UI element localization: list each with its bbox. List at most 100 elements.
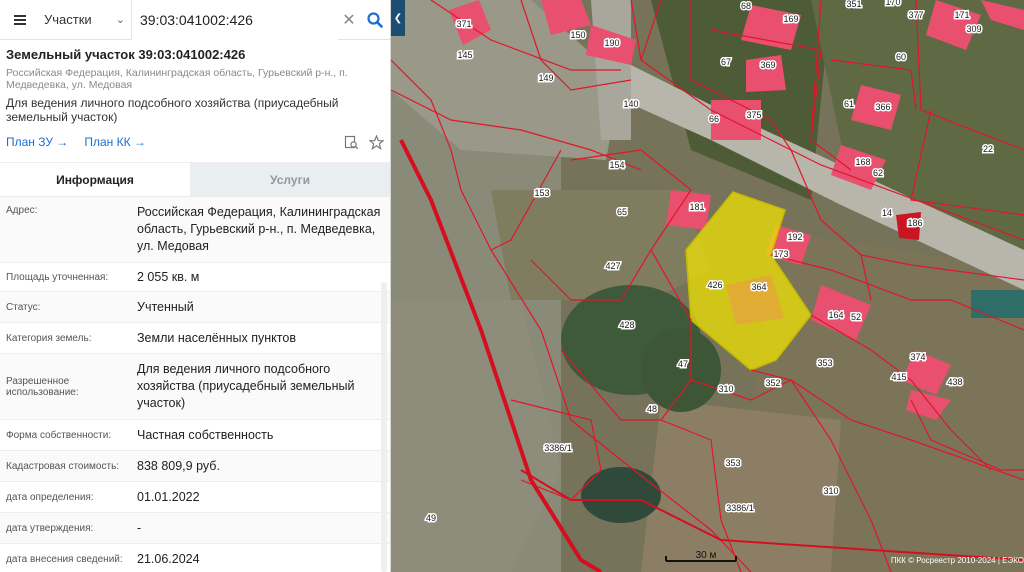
parcel-label: 68 xyxy=(741,1,751,11)
tabs: Информация Услуги xyxy=(0,162,390,196)
info-value: 21.06.2024 xyxy=(137,551,200,566)
map-canvas[interactable]: 371 145 150 190 149 140 68 169 67 369 66 375 351 170 3… xyxy=(391,0,1024,572)
parcel-label: 66 xyxy=(709,114,719,124)
info-value: - xyxy=(137,520,142,535)
info-row-date-approved: дата утверждения: - xyxy=(0,513,390,544)
parcel-label: 186 xyxy=(907,218,922,228)
parcel-label: 192 xyxy=(787,232,802,242)
map-search-icon[interactable] xyxy=(344,135,359,150)
info-value: 2 055 кв. м xyxy=(137,269,200,284)
parcel-label: 351 xyxy=(846,0,861,9)
parcel-label: 150 xyxy=(570,30,585,40)
parcel-label: 61 xyxy=(844,99,854,109)
info-label: дата утверждения: xyxy=(6,522,94,534)
parcel-label: 310 xyxy=(823,486,838,496)
search-input[interactable] xyxy=(132,0,338,40)
app-root: Участки ⌄ ✕ Земельный участок 39:03:0410… xyxy=(0,0,1024,572)
info-row-address: Адрес: Российская Федерация, Калининград… xyxy=(0,197,390,263)
parcel-label: 438 xyxy=(947,377,962,387)
plan-links: План ЗУ → План КК → xyxy=(6,134,384,150)
parcel-label: 154 xyxy=(609,160,624,170)
parcel-label: 149 xyxy=(538,73,553,83)
map-attribution: ПКК © Росреестр 2010-2024 | ЕЭКО xyxy=(891,556,1024,565)
parcel-label: 366 xyxy=(875,102,890,112)
info-panel: Участки ⌄ ✕ Земельный участок 39:03:0410… xyxy=(0,0,391,572)
parcel-label: 426 xyxy=(707,280,722,290)
info-label: Форма собственности: xyxy=(6,429,112,441)
parcel-label: 364 xyxy=(751,282,766,292)
info-table: Адрес: Российская Федерация, Калининград… xyxy=(0,196,390,572)
search-button[interactable] xyxy=(360,0,390,40)
parcel-label: 140 xyxy=(623,99,638,109)
parcel-title: Земельный участок 39:03:041002:426 xyxy=(6,47,246,62)
info-label: Кадастровая стоимость: xyxy=(6,460,120,472)
parcel-label: 3386/1 xyxy=(726,503,754,513)
info-value: Для ведения личного подсобного хозяйства… xyxy=(137,362,355,410)
search-type-select[interactable]: Участки ⌄ xyxy=(0,0,132,40)
parcel-label: 170 xyxy=(885,0,900,7)
info-label: Площадь уточненная: xyxy=(6,271,109,283)
parcel-label: 415 xyxy=(891,372,906,382)
parcel-label: 353 xyxy=(817,358,832,368)
parcel-label: 353 xyxy=(725,458,740,468)
chevron-left-icon[interactable]: ❮ xyxy=(391,0,405,36)
chevron-down-icon[interactable]: ⌄ xyxy=(116,13,125,26)
parcel-address: Российская Федерация, Калининградская об… xyxy=(6,67,348,91)
parcel-label: 369 xyxy=(760,60,775,70)
parcel-label: 145 xyxy=(457,50,472,60)
parcel-label: 153 xyxy=(534,188,549,198)
info-label: дата определения: xyxy=(6,491,94,503)
parcel-label: 48 xyxy=(647,404,657,414)
search-type-label: Участки xyxy=(44,12,92,27)
info-row-cadastral-value: Кадастровая стоимость: 838 809,9 руб. xyxy=(0,451,390,482)
parcel-label: 62 xyxy=(873,168,883,178)
parcel-label: 310 xyxy=(718,384,733,394)
parcel-label: 171 xyxy=(954,10,969,20)
search-icon xyxy=(367,11,383,28)
info-row-land-category: Категория земель: Земли населённых пункт… xyxy=(0,323,390,354)
parcel-label: 181 xyxy=(689,202,704,212)
parcel-label: 22 xyxy=(983,144,993,154)
parcel-label: 67 xyxy=(721,57,731,67)
info-value: 838 809,9 руб. xyxy=(137,458,220,473)
info-value: Частная собственность xyxy=(137,427,274,442)
close-icon[interactable]: ✕ xyxy=(338,10,360,30)
tab-services[interactable]: Услуги xyxy=(190,163,390,196)
plan-kk-link[interactable]: План КК → xyxy=(84,135,146,149)
info-value: Российская Федерация, Калининградская об… xyxy=(137,205,381,253)
hamburger-icon[interactable] xyxy=(14,13,26,27)
plan-zu-link[interactable]: План ЗУ → xyxy=(6,135,68,149)
info-row-ownership: Форма собственности: Частная собственнос… xyxy=(0,420,390,451)
parcel-label: 428 xyxy=(619,320,634,330)
parcel-label: 60 xyxy=(896,52,906,62)
info-row-status: Статус: Учтенный xyxy=(0,292,390,323)
info-value: 01.01.2022 xyxy=(137,489,200,504)
panel-scrollbar[interactable] xyxy=(381,282,387,572)
map-view[interactable]: 371 145 150 190 149 140 68 169 67 369 66 375 351 170 3… xyxy=(391,0,1024,572)
info-label: Категория земель: xyxy=(6,332,92,344)
star-icon[interactable] xyxy=(369,134,384,150)
search-bar: Участки ⌄ ✕ xyxy=(0,0,390,40)
parcel-label: 49 xyxy=(426,513,436,523)
parcel-permitted-use: Для ведения личного подсобного хозяйства… xyxy=(6,96,339,124)
parcel-label: 427 xyxy=(605,261,620,271)
parcel-label: 173 xyxy=(773,249,788,259)
parcel-label: 374 xyxy=(910,352,925,362)
info-row-date-determined: дата определения: 01.01.2022 xyxy=(0,482,390,513)
parcel-label: 52 xyxy=(851,312,861,322)
parcel-label: 3386/1 xyxy=(544,443,572,453)
info-value: Учтенный xyxy=(137,299,194,314)
parcel-label: 65 xyxy=(617,207,627,217)
parcel-label: 190 xyxy=(604,38,619,48)
parcel-label: 168 xyxy=(855,157,870,167)
parcel-label: 164 xyxy=(828,310,843,320)
tab-information[interactable]: Информация xyxy=(0,163,190,196)
info-label: Разрешенное использование: xyxy=(6,375,79,398)
parcel-label: 377 xyxy=(908,10,923,20)
parcel-label: 309 xyxy=(966,24,981,34)
parcel-label: 14 xyxy=(882,208,892,218)
parcel-label: 169 xyxy=(783,14,798,24)
info-row-date-entered: дата внесения сведений: 21.06.2024 xyxy=(0,544,390,572)
parcel-label: 352 xyxy=(765,378,780,388)
info-row-area: Площадь уточненная: 2 055 кв. м xyxy=(0,263,390,292)
